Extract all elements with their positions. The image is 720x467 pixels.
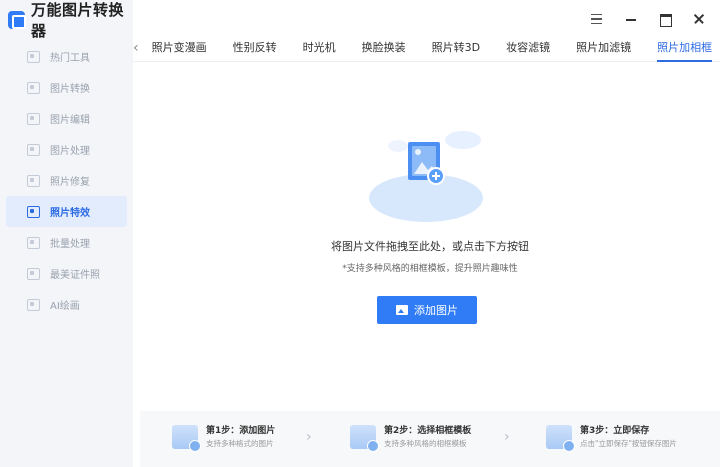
step-desc: 点击"立即保存"按钮保存图片 [580,439,677,448]
sidebar-item-label: 图片处理 [50,146,90,157]
tab-time-machine[interactable]: 时光机 [290,34,349,62]
sidebar-item-batch[interactable]: 批量处理 [0,227,133,258]
app-title-text: 万能图片转换器 [30,1,124,40]
step-desc: 支持多种风格的相框模板 [384,439,467,448]
sidebar-item-label: 图片转换 [50,84,90,95]
sidebar-nav: 热门工具 图片转换 图片编辑 图片处理 照片修复 照片特效 批量处理 最美证件照… [0,41,133,320]
menu-icon[interactable] [590,12,604,26]
drop-hint-subtitle: *支持多种风格的相框模板，提升照片趣味性 [342,264,518,274]
sidebar-item-image-convert[interactable]: 图片转换 [0,72,133,103]
minimize-icon[interactable] [624,12,638,26]
tab-face-swap[interactable]: 换脸换装 [349,34,419,62]
step-2: 第2步：选择相框模板 支持多种风格的相框模板 [350,425,472,452]
image-icon [396,305,408,315]
step-title: 第2步：选择相框模板 [384,426,472,436]
repair-icon [27,174,40,187]
sidebar-item-label: AI绘画 [50,301,80,312]
edit-icon [27,112,40,125]
process-icon [27,143,40,156]
tab-photo-filter[interactable]: 照片加滤镜 [563,34,644,62]
steps-bar: 第1步：添加图片 支持多种格式的图片 › 第2步：选择相框模板 支持多种风格的相… [140,411,720,467]
window-controls [590,12,706,27]
tab-photo-to-3d[interactable]: 照片转3D [419,34,493,62]
add-image-button-label: 添加图片 [414,304,458,317]
effects-icon [27,205,40,218]
step-title: 第1步：添加图片 [206,426,276,436]
convert-icon [27,81,40,94]
add-image-button[interactable]: 添加图片 [377,296,477,324]
app-title: 万能图片转换器 [8,1,133,40]
step-desc: 支持多种格式的图片 [206,439,274,448]
sidebar-item-label: 图片编辑 [50,115,90,126]
chevron-right-icon: › [306,429,312,445]
maximize-icon[interactable] [658,12,672,27]
tab-makeup-filter[interactable]: 妆容滤镜 [493,34,563,62]
id-photo-icon [27,267,40,280]
sidebar-item-hot-tools[interactable]: 热门工具 [0,41,133,72]
chevron-right-icon: › [504,429,510,445]
frame-template-step-icon [350,425,379,452]
tab-photo-to-comic[interactable]: 照片变漫画 [139,34,220,62]
sidebar-item-label: 照片特效 [50,208,90,219]
sidebar-item-label: 批量处理 [50,239,90,250]
upload-illustration-icon [369,131,483,222]
sidebar-item-label: 最美证件照 [50,270,100,281]
sidebar-item-image-process[interactable]: 图片处理 [0,134,133,165]
step-title: 第3步：立即保存 [580,426,650,436]
fire-icon [27,50,40,63]
save-step-icon [546,425,575,452]
drop-area[interactable]: 将图片文件拖拽至此处，或点击下方按钮 *支持多种风格的相框模板，提升照片趣味性 … [140,66,720,408]
ai-paint-icon [27,298,40,311]
sidebar-item-label: 照片修复 [50,177,90,188]
tab-photo-frame[interactable]: 照片加相框 [644,34,720,62]
app-logo-icon [8,11,26,29]
close-icon[interactable] [692,12,706,26]
sidebar-item-ai-paint[interactable]: AI绘画 [0,289,133,320]
sidebar-item-label: 热门工具 [50,53,90,64]
add-image-step-icon [172,425,201,452]
sidebar-item-photo-repair[interactable]: 照片修复 [0,165,133,196]
sidebar-item-id-photo[interactable]: 最美证件照 [0,258,133,289]
sidebar-item-image-edit[interactable]: 图片编辑 [0,103,133,134]
step-1: 第1步：添加图片 支持多种格式的图片 [172,425,276,452]
sidebar-item-photo-effects[interactable]: 照片特效 [6,196,127,227]
drop-hint-title: 将图片文件拖拽至此处，或点击下方按钮 [331,240,529,253]
step-3: 第3步：立即保存 点击"立即保存"按钮保存图片 [546,425,677,452]
sidebar: 万能图片转换器 热门工具 图片转换 图片编辑 图片处理 照片修复 照片特效 批量… [0,0,133,467]
tab-gender-swap[interactable]: 性别反转 [220,34,290,62]
batch-icon [27,236,40,249]
tab-bar: ‹ 照片变漫画 性别反转 时光机 换脸换装 照片转3D 妆容滤镜 照片加滤镜 照… [133,34,720,62]
